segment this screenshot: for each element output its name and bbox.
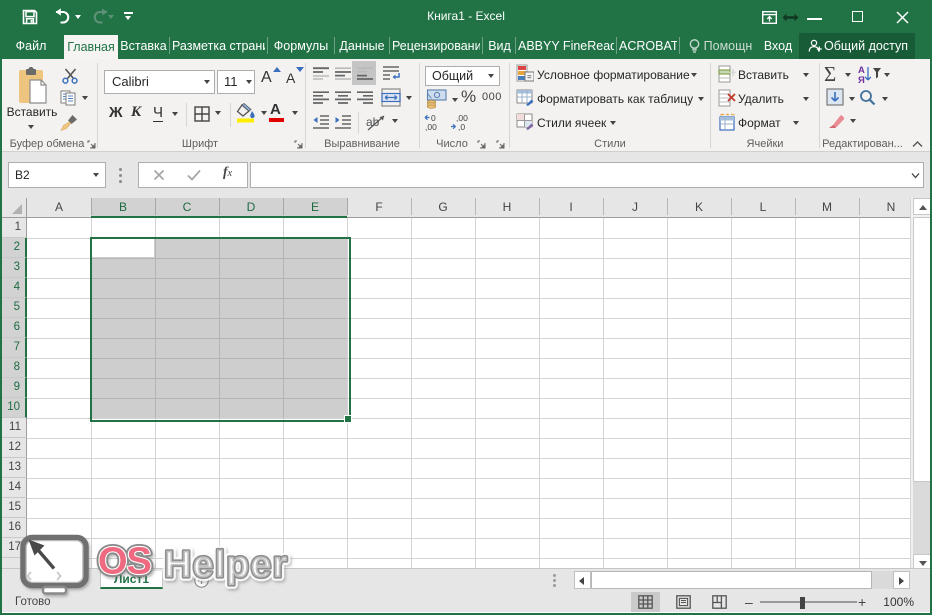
svg-text:=: = — [527, 73, 532, 82]
svg-text:Helper: Helper — [164, 544, 288, 586]
svg-text:OS: OS — [98, 541, 151, 583]
svg-text:,0: ,0 — [458, 122, 465, 132]
svg-text:Я: Я — [858, 75, 865, 84]
svg-text:,00: ,00 — [425, 122, 437, 132]
